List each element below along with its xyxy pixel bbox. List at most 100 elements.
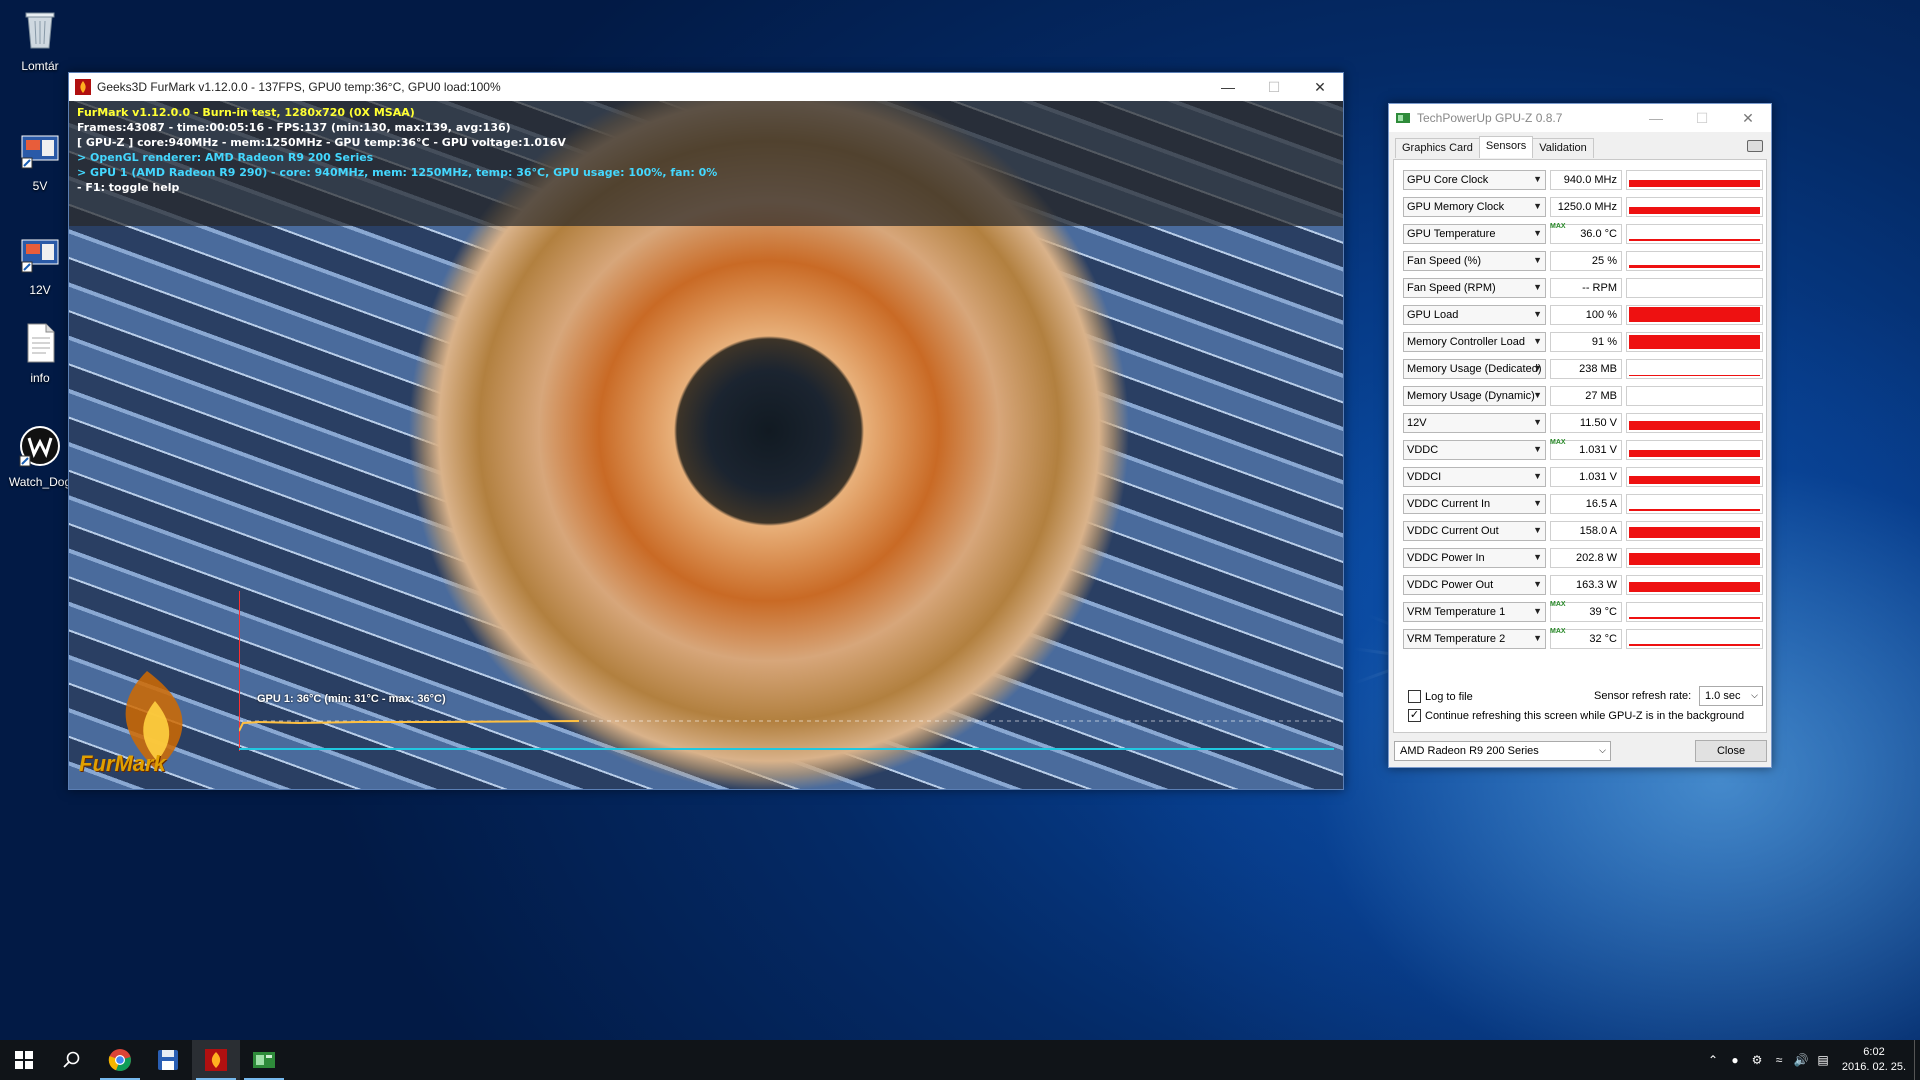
sensor-label-dropdown[interactable]: VDDC Current In ▼ [1403,494,1546,514]
dropdown-arrow-icon: ▼ [1533,282,1542,292]
tab-validation[interactable]: Validation [1532,138,1594,158]
sensor-value: 16.5 A [1550,494,1622,514]
sensor-graph [1626,224,1763,244]
sensor-label-dropdown[interactable]: GPU Core Clock ▼ [1403,170,1546,190]
refresh-rate-select[interactable]: 1.0 sec ⌵ [1699,686,1763,706]
sensor-label-dropdown[interactable]: Fan Speed (%) ▼ [1403,251,1546,271]
system-tray: ⌃ ● ⚙ ≈ 🔊 ▤ 6:02 2016. 02. 25. [1702,1040,1920,1080]
sensor-label-dropdown[interactable]: VRM Temperature 1 ▼ [1403,602,1546,622]
watch-dogs-icon [19,426,60,467]
maximize-button[interactable]: ☐ [1679,104,1725,132]
close-button[interactable]: ✕ [1725,104,1771,132]
continue-refresh-checkbox[interactable]: ✓ Continue refreshing this screen while … [1408,709,1744,722]
sensor-label-dropdown[interactable]: Memory Usage (Dynamic) ▼ [1403,386,1546,406]
sensors-panel: GPU Core Clock ▼ 940.0 MHz GPU Memory Clock… [1393,159,1767,733]
sensor-graph-fill [1629,509,1760,511]
minimize-button[interactable]: — [1633,104,1679,132]
desktop-icon-watch-dog[interactable]: Watch_Dog [4,424,76,489]
sensor-label: Memory Controller Load [1407,336,1525,348]
gpu-select-dropdown[interactable]: AMD Radeon R9 200 Series ⌵ [1394,741,1611,761]
taskbar-furmark[interactable] [192,1040,240,1080]
sensor-label-dropdown[interactable]: GPU Load ▼ [1403,305,1546,325]
checkbox[interactable] [1408,690,1421,703]
chrome-icon [108,1049,131,1072]
furmark-title-bar[interactable]: Geeks3D FurMark v1.12.0.0 - 137FPS, GPU0… [69,73,1343,101]
dropdown-arrow-icon: ▼ [1533,498,1542,508]
tray-app-icon[interactable]: ● [1724,1040,1746,1080]
checkbox[interactable]: ✓ [1408,709,1421,722]
sensor-label: GPU Memory Clock [1407,201,1505,213]
sensor-label-dropdown[interactable]: GPU Temperature ▼ [1403,224,1546,244]
clock-date: 2016. 02. 25. [1841,1061,1907,1073]
start-button[interactable] [0,1040,48,1080]
overlay-line: - F1: toggle help [77,181,180,194]
tab-graphics-card[interactable]: Graphics Card [1395,138,1480,158]
sensor-row: VDDC ▼ 1.031 V MAX [1403,439,1763,466]
search-button[interactable] [48,1040,96,1080]
chevron-up-icon[interactable]: ⌃ [1702,1040,1724,1080]
sensor-label-dropdown[interactable]: VDDC Current Out ▼ [1403,521,1546,541]
close-button[interactable]: ✕ [1297,73,1343,101]
sensor-graph-fill [1629,553,1760,565]
sensor-value: 158.0 A [1550,521,1622,541]
sensor-label-dropdown[interactable]: VRM Temperature 2 ▼ [1403,629,1546,649]
show-desktop-button[interactable] [1914,1040,1920,1080]
log-to-file-checkbox[interactable]: Log to file [1408,690,1473,703]
taskbar: ⌃ ● ⚙ ≈ 🔊 ▤ 6:02 2016. 02. 25. [0,1040,1920,1080]
desktop-icon-5v[interactable]: 5V [4,128,76,193]
furmark-window[interactable]: Geeks3D FurMark v1.12.0.0 - 137FPS, GPU0… [68,72,1344,790]
sensor-label-dropdown[interactable]: GPU Memory Clock ▼ [1403,197,1546,217]
taskbar-gpuz[interactable] [240,1040,288,1080]
sensor-label: VDDC [1407,444,1439,456]
taskbar-chrome[interactable] [96,1040,144,1080]
dropdown-arrow-icon: ▼ [1533,309,1542,319]
sensor-label-dropdown[interactable]: 12V ▼ [1403,413,1546,433]
sensor-row: VDDCI ▼ 1.031 V [1403,466,1763,493]
sensor-label-dropdown[interactable]: VDDC Power In ▼ [1403,548,1546,568]
volume-icon[interactable]: 🔊 [1790,1040,1812,1080]
sensor-value: 27 MB [1550,386,1622,406]
sensor-label: GPU Temperature [1407,228,1496,240]
close-dialog-button[interactable]: Close [1695,740,1767,762]
sensor-label-dropdown[interactable]: VDDC Power Out ▼ [1403,575,1546,595]
tab-sensors[interactable]: Sensors [1478,136,1534,158]
overlay-line: FurMark v1.12.0.0 - Burn-in test, 1280x7… [77,106,415,119]
sensor-row: GPU Temperature ▼ 36.0 °C MAX [1403,223,1763,250]
sensor-label-dropdown[interactable]: Memory Controller Load ▼ [1403,332,1546,352]
sensor-value: 25 % [1550,251,1622,271]
furmark-render-area[interactable]: FurMark v1.12.0.0 - Burn-in test, 1280x7… [69,101,1343,789]
overlay-line: Frames:43087 - time:00:05:16 - FPS:137 (… [77,121,511,134]
sensor-label-dropdown[interactable]: Fan Speed (RPM) ▼ [1403,278,1546,298]
sensor-label: VDDC Current In [1407,498,1491,510]
desktop-icon-recycle-bin[interactable]: Lomtár [4,8,76,73]
sensor-label: Fan Speed (RPM) [1407,282,1496,294]
minimize-button[interactable]: — [1205,73,1251,101]
maximize-button[interactable]: ☐ [1251,73,1297,101]
dropdown-arrow-icon: ▼ [1533,552,1542,562]
sensor-label-dropdown[interactable]: Memory Usage (Dedicated) ▼ [1403,359,1546,379]
sensor-label-dropdown[interactable]: VDDC ▼ [1403,440,1546,460]
temperature-graph-label: GPU 1: 36°C (min: 31°C - max: 36°C) [257,693,446,705]
taskbar-save-app[interactable] [144,1040,192,1080]
gpuz-window[interactable]: TechPowerUp GPU-Z 0.8.7 — ☐ ✕ Graphics C… [1388,103,1772,768]
sensor-label: VDDC Current Out [1407,525,1499,537]
sensor-graph-fill [1629,527,1760,538]
sensor-graph [1626,521,1763,541]
clock[interactable]: 6:02 2016. 02. 25. [1834,1045,1914,1075]
sensor-row: 12V ▼ 11.50 V [1403,412,1763,439]
desktop-icon-info[interactable]: info [4,320,76,385]
gpuz-title-bar[interactable]: TechPowerUp GPU-Z 0.8.7 — ☐ ✕ [1389,104,1771,132]
sensor-row: Memory Controller Load ▼ 91 % [1403,331,1763,358]
action-center-icon[interactable]: ▤ [1812,1040,1834,1080]
desktop-icon-12v[interactable]: 12V [4,232,76,297]
screenshot-camera-icon[interactable] [1747,140,1763,152]
sensor-label-dropdown[interactable]: VDDCI ▼ [1403,467,1546,487]
sensor-row: VDDC Power In ▼ 202.8 W [1403,547,1763,574]
sensor-row: GPU Core Clock ▼ 940.0 MHz [1403,169,1763,196]
steam-icon[interactable]: ⚙ [1746,1040,1768,1080]
sensor-graph [1626,359,1763,379]
refresh-rate-label: Sensor refresh rate: [1594,690,1691,702]
network-icon[interactable]: ≈ [1768,1040,1790,1080]
sensor-label: 12V [1407,417,1427,429]
dropdown-arrow-icon: ▼ [1533,444,1542,454]
